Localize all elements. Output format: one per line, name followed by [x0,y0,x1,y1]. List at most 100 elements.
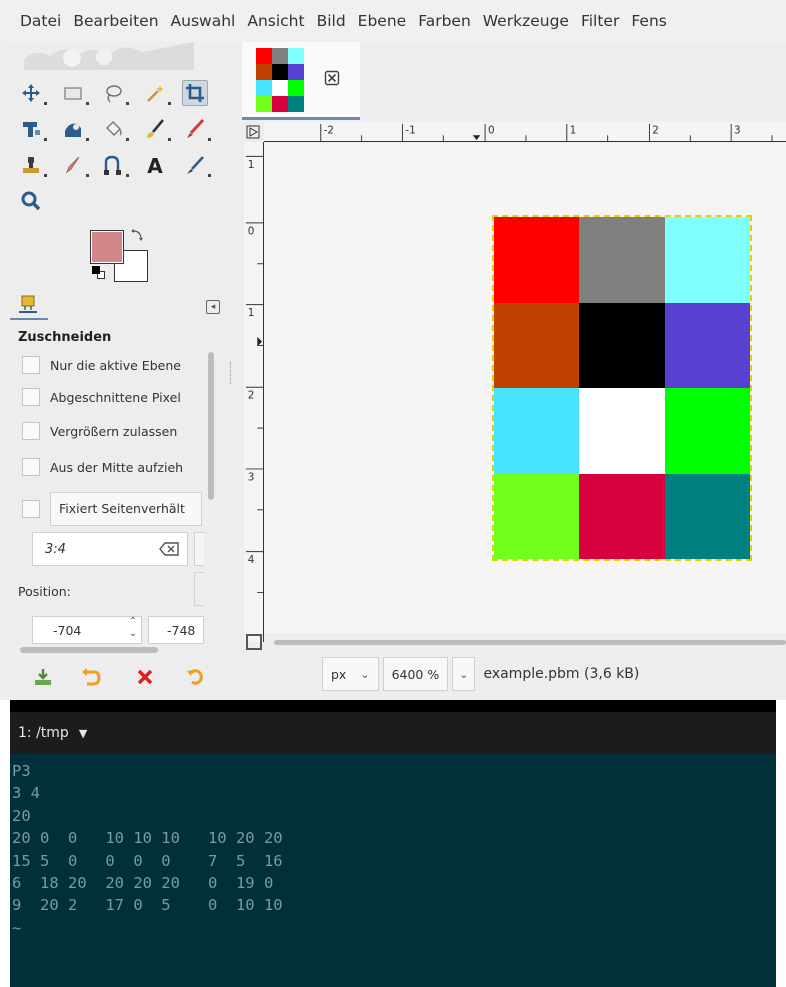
position-y-input[interactable]: -748 [148,616,204,644]
default-colors-fg-icon[interactable] [92,266,100,274]
position-x-spinner[interactable]: ⌃ ⌄ [124,616,142,644]
chevron-down-icon[interactable]: ▼ [79,727,87,740]
paths-icon[interactable] [100,152,129,178]
save-preset-button[interactable] [30,664,56,690]
zoom-input[interactable]: 6400 % [382,657,449,691]
eraser-icon[interactable] [182,116,211,142]
fuzzy-select-icon[interactable] [142,80,171,106]
canvas-horizontal-scrollbar[interactable] [274,640,786,645]
menu-filter[interactable]: Filter [581,12,619,30]
vruler-label: 0 [248,225,255,237]
vruler-label: 3 [248,471,255,483]
pixel-cell[interactable] [494,302,580,388]
reset-preset-button[interactable] [182,664,208,690]
navigate-icon[interactable] [246,634,262,650]
vertical-ruler: 1 0 1 2 3 4 [244,142,264,642]
color-picker-icon[interactable] [182,152,211,178]
clone-icon[interactable] [18,152,47,178]
ruler-label: 2 [652,124,659,136]
delete-icon [137,669,153,685]
terminal-line: P3 [12,762,31,780]
ruler-corner-icon [246,125,260,139]
option-fixed[interactable] [22,492,50,526]
image-tab[interactable] [242,42,360,120]
option-allow-growing[interactable]: Vergrößern zulassen [22,414,204,448]
terminal-line: 3 4 [12,784,40,803]
reset-icon [187,669,203,685]
option-active-layer[interactable]: Nur die aktive Ebene [22,348,204,382]
pixel-cell[interactable] [664,302,750,388]
options-horizontal-scrollbar[interactable] [20,647,158,653]
clear-icon[interactable] [159,542,179,556]
chevron-down-icon: ⌄ [459,667,469,681]
panel-menu-icon[interactable]: ◂ [206,300,220,314]
aspect-ratio-input[interactable]: 3:4 [32,532,188,566]
pixel-cell[interactable] [664,473,750,559]
checkbox[interactable] [22,356,40,374]
checkbox[interactable] [22,458,40,476]
pixel-cell[interactable] [664,217,750,303]
unit-select[interactable]: px ⌄ [322,657,379,691]
checkbox[interactable] [22,388,40,406]
smudge-icon[interactable] [60,152,89,178]
image-window: -2 -1 0 1 2 3 1 0 1 2 3 4 px ⌄ 6400 % ⌄ … [238,42,786,700]
image-canvas[interactable] [264,143,786,633]
swap-colors-icon[interactable] [130,228,144,242]
option-expand-from-center[interactable]: Aus der Mitte aufzieh [22,450,204,484]
vruler-label: 4 [248,554,255,566]
paint-bucket-icon[interactable] [100,116,129,142]
vruler-label: 1 [248,307,255,319]
paintbrush-icon[interactable] [142,116,171,142]
lasso-icon[interactable] [100,80,129,106]
horizontal-ruler: -2 -1 0 1 2 3 [264,122,786,142]
delete-preset-button[interactable] [132,664,158,690]
close-tab-icon[interactable] [324,70,340,86]
option-delete-pixels[interactable]: Abgeschnittene Pixel [22,380,204,414]
terminal-line: 20 0 0 10 10 10 10 20 20 [12,829,283,848]
pixel-cell[interactable] [579,302,665,388]
pixel-cell[interactable] [494,473,580,559]
ruler-label: -1 [405,124,415,136]
menu-ansicht[interactable]: Ansicht [247,12,304,30]
terminal-tab[interactable]: 1: /tmp [18,725,69,741]
rect-select-icon[interactable] [60,80,89,106]
menu-datei[interactable]: Datei [20,12,61,30]
image-pixels[interactable] [492,215,752,561]
unified-transform-icon[interactable] [18,116,47,142]
zoom-dropdown[interactable]: ⌄ [452,657,476,691]
restore-preset-button[interactable] [78,664,104,690]
checkbox[interactable] [22,422,40,440]
pixel-cell[interactable] [494,217,580,303]
pixel-cell[interactable] [664,388,750,474]
fixed-aspect-dropdown[interactable]: Fixiert Seitenverhält [50,492,202,526]
terminal-output[interactable]: P3 3 4 20 20 0 0 10 10 10 10 20 20 15 5 … [10,754,776,987]
menu-farben[interactable]: Farben [418,12,471,30]
quick-mask-toggle[interactable] [244,122,262,142]
crop-icon[interactable] [182,80,208,106]
pixel-cell[interactable] [494,388,580,474]
zoom-value: 6400 % [391,666,440,682]
menu-werkzeuge[interactable]: Werkzeuge [483,12,569,30]
text-icon[interactable]: A [142,152,168,178]
ratio-side-button[interactable] [194,532,204,566]
unit-value: px [331,666,347,682]
menu-bearbeiten[interactable]: Bearbeiten [73,12,158,30]
menu-bild[interactable]: Bild [317,12,346,30]
options-vertical-scrollbar[interactable] [208,352,214,500]
zoom-icon[interactable] [18,188,44,214]
move-icon[interactable] [18,80,47,106]
terminal-line: 6 18 20 20 20 20 0 19 0 [12,874,274,893]
restore-icon [82,668,101,686]
position-side-button[interactable] [194,572,204,606]
pixel-cell[interactable] [579,473,665,559]
checkbox[interactable] [22,500,40,518]
menu-ebene[interactable]: Ebene [358,12,407,30]
menu-fenster[interactable]: Fens [631,12,667,30]
foreground-color-swatch[interactable] [90,230,124,264]
panel-splitter[interactable] [230,362,232,384]
menu-auswahl[interactable]: Auswahl [171,12,236,30]
pixel-cell[interactable] [579,388,665,474]
tool-options-tab-icon[interactable] [16,292,40,316]
warp-icon[interactable] [60,116,89,142]
pixel-cell[interactable] [579,217,665,303]
